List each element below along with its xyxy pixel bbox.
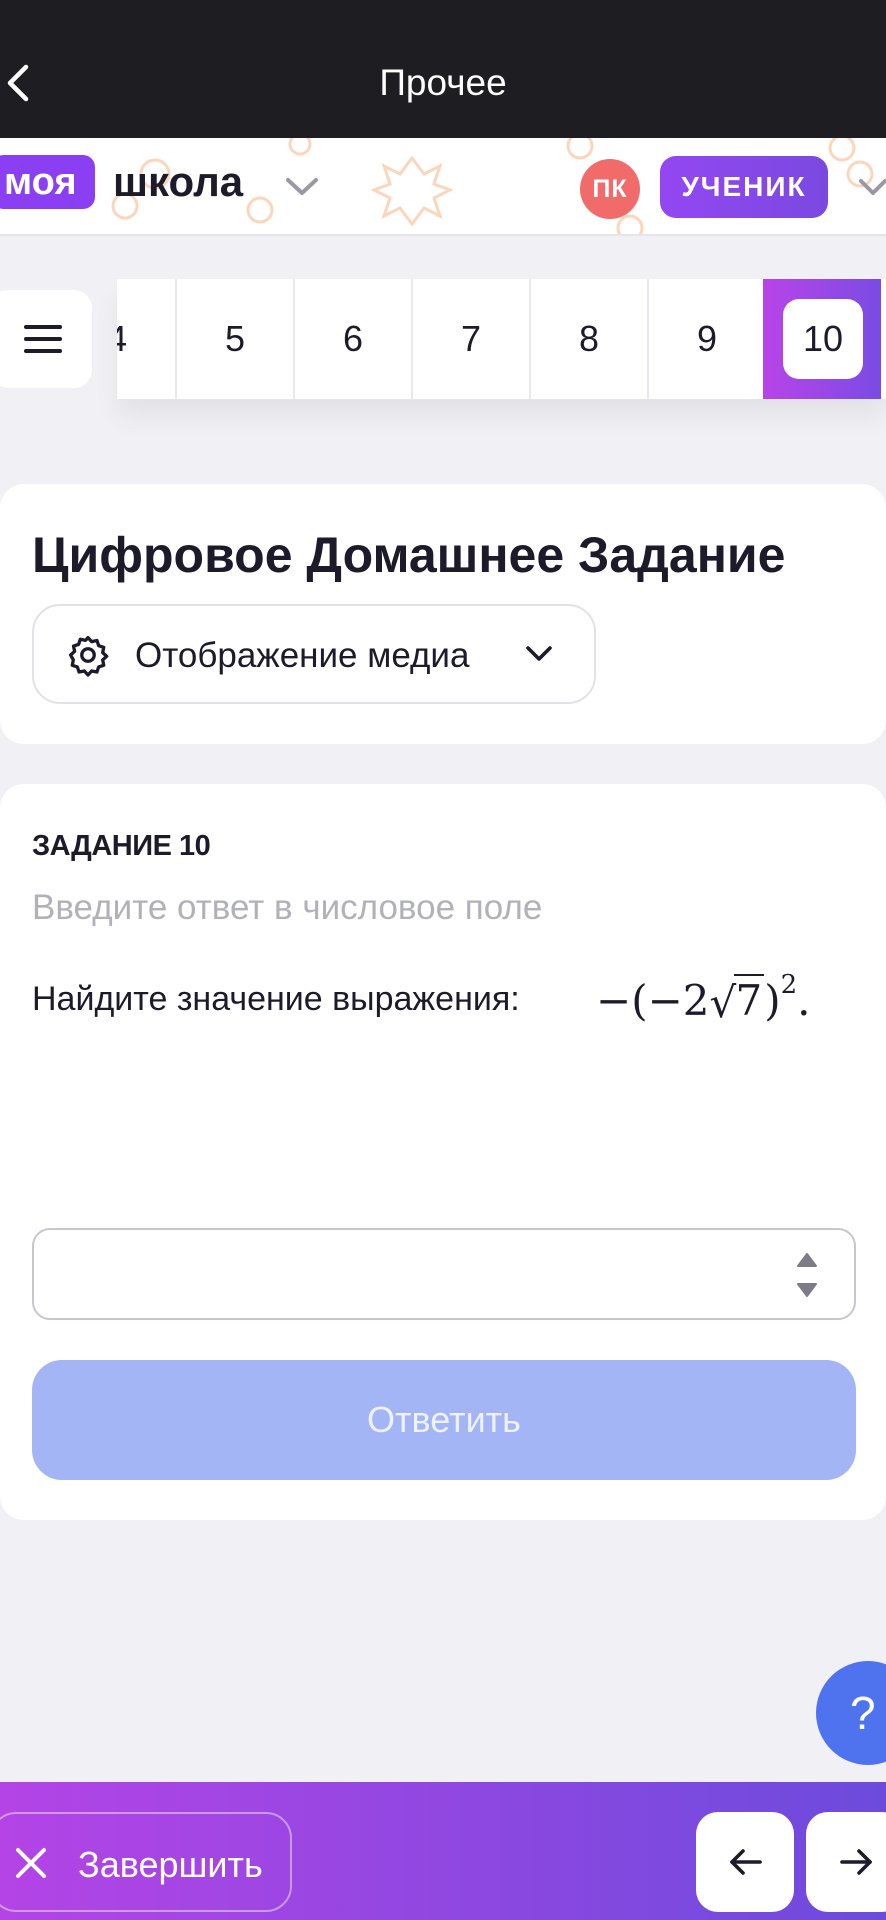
- chevron-down-icon: [526, 646, 552, 661]
- page-item[interactable]: 4: [117, 279, 177, 399]
- page-item[interactable]: 5: [177, 279, 295, 399]
- formula-close: ): [764, 976, 781, 1025]
- homework-header-card: Цифровое Домашнее Задание Отображение ме…: [0, 484, 886, 744]
- role-chevron-down-icon[interactable]: [858, 178, 886, 198]
- formula-end: .: [797, 976, 811, 1025]
- stepper-down-icon[interactable]: [796, 1282, 818, 1298]
- task-heading: ЗАДАНИЕ 10: [32, 830, 211, 862]
- logo-shkola[interactable]: школа: [113, 155, 243, 209]
- page-item[interactable]: 9: [649, 279, 767, 399]
- menu-button[interactable]: [0, 290, 92, 388]
- top-app-bar: Прочее: [0, 0, 886, 138]
- submit-answer-button[interactable]: Ответить: [32, 1360, 856, 1480]
- math-formula: −(−2 √ 7)2.: [596, 970, 811, 1027]
- answer-input[interactable]: [54, 1246, 774, 1304]
- homework-title: Цифровое Домашнее Задание: [32, 527, 786, 583]
- role-badge[interactable]: УЧЕНИК: [660, 156, 828, 218]
- logo-moya[interactable]: моя: [0, 155, 95, 209]
- chevron-down-icon[interactable]: [284, 176, 320, 198]
- media-display-label: Отображение медиа: [135, 636, 470, 675]
- page-item-active-label: 10: [783, 299, 863, 379]
- page-item[interactable]: 6: [295, 279, 413, 399]
- media-display-dropdown[interactable]: Отображение медиа: [32, 604, 596, 704]
- formula-lead: −(−2: [596, 976, 710, 1025]
- page-item[interactable]: 7: [413, 279, 531, 399]
- answer-field[interactable]: [32, 1228, 856, 1320]
- brand-header: моя школа ПК УЧЕНИК: [0, 138, 886, 236]
- page-item-active[interactable]: 10: [763, 279, 881, 399]
- close-icon: [16, 1848, 46, 1878]
- task-card: ЗАДАНИЕ 10 Введите ответ в числовое поле…: [0, 784, 886, 1520]
- stepper-up-icon[interactable]: [796, 1252, 818, 1268]
- previous-task-button[interactable]: [696, 1812, 794, 1912]
- page-item[interactable]: 8: [531, 279, 649, 399]
- next-task-button[interactable]: [806, 1812, 886, 1912]
- task-prompt: Найдите значение выражения:: [32, 980, 520, 1018]
- finish-label: Завершить: [78, 1844, 263, 1885]
- bottom-action-bar: Завершить: [0, 1782, 886, 1920]
- arrow-left-icon: [730, 1849, 762, 1875]
- formula-exponent: 2: [780, 970, 798, 1000]
- help-button[interactable]: ?: [816, 1661, 886, 1765]
- formula-radicand: 7: [733, 974, 765, 1025]
- task-hint: Введите ответ в числовое поле: [32, 888, 543, 927]
- arrow-right-icon: [840, 1849, 872, 1875]
- avatar[interactable]: ПК: [580, 159, 640, 219]
- square-root: √ 7: [709, 974, 765, 1027]
- task-pager: 4 5 6 7 8 9 10: [117, 279, 886, 399]
- gear-icon: [68, 635, 109, 677]
- page-title: Прочее: [379, 62, 507, 103]
- finish-button[interactable]: Завершить: [0, 1812, 292, 1912]
